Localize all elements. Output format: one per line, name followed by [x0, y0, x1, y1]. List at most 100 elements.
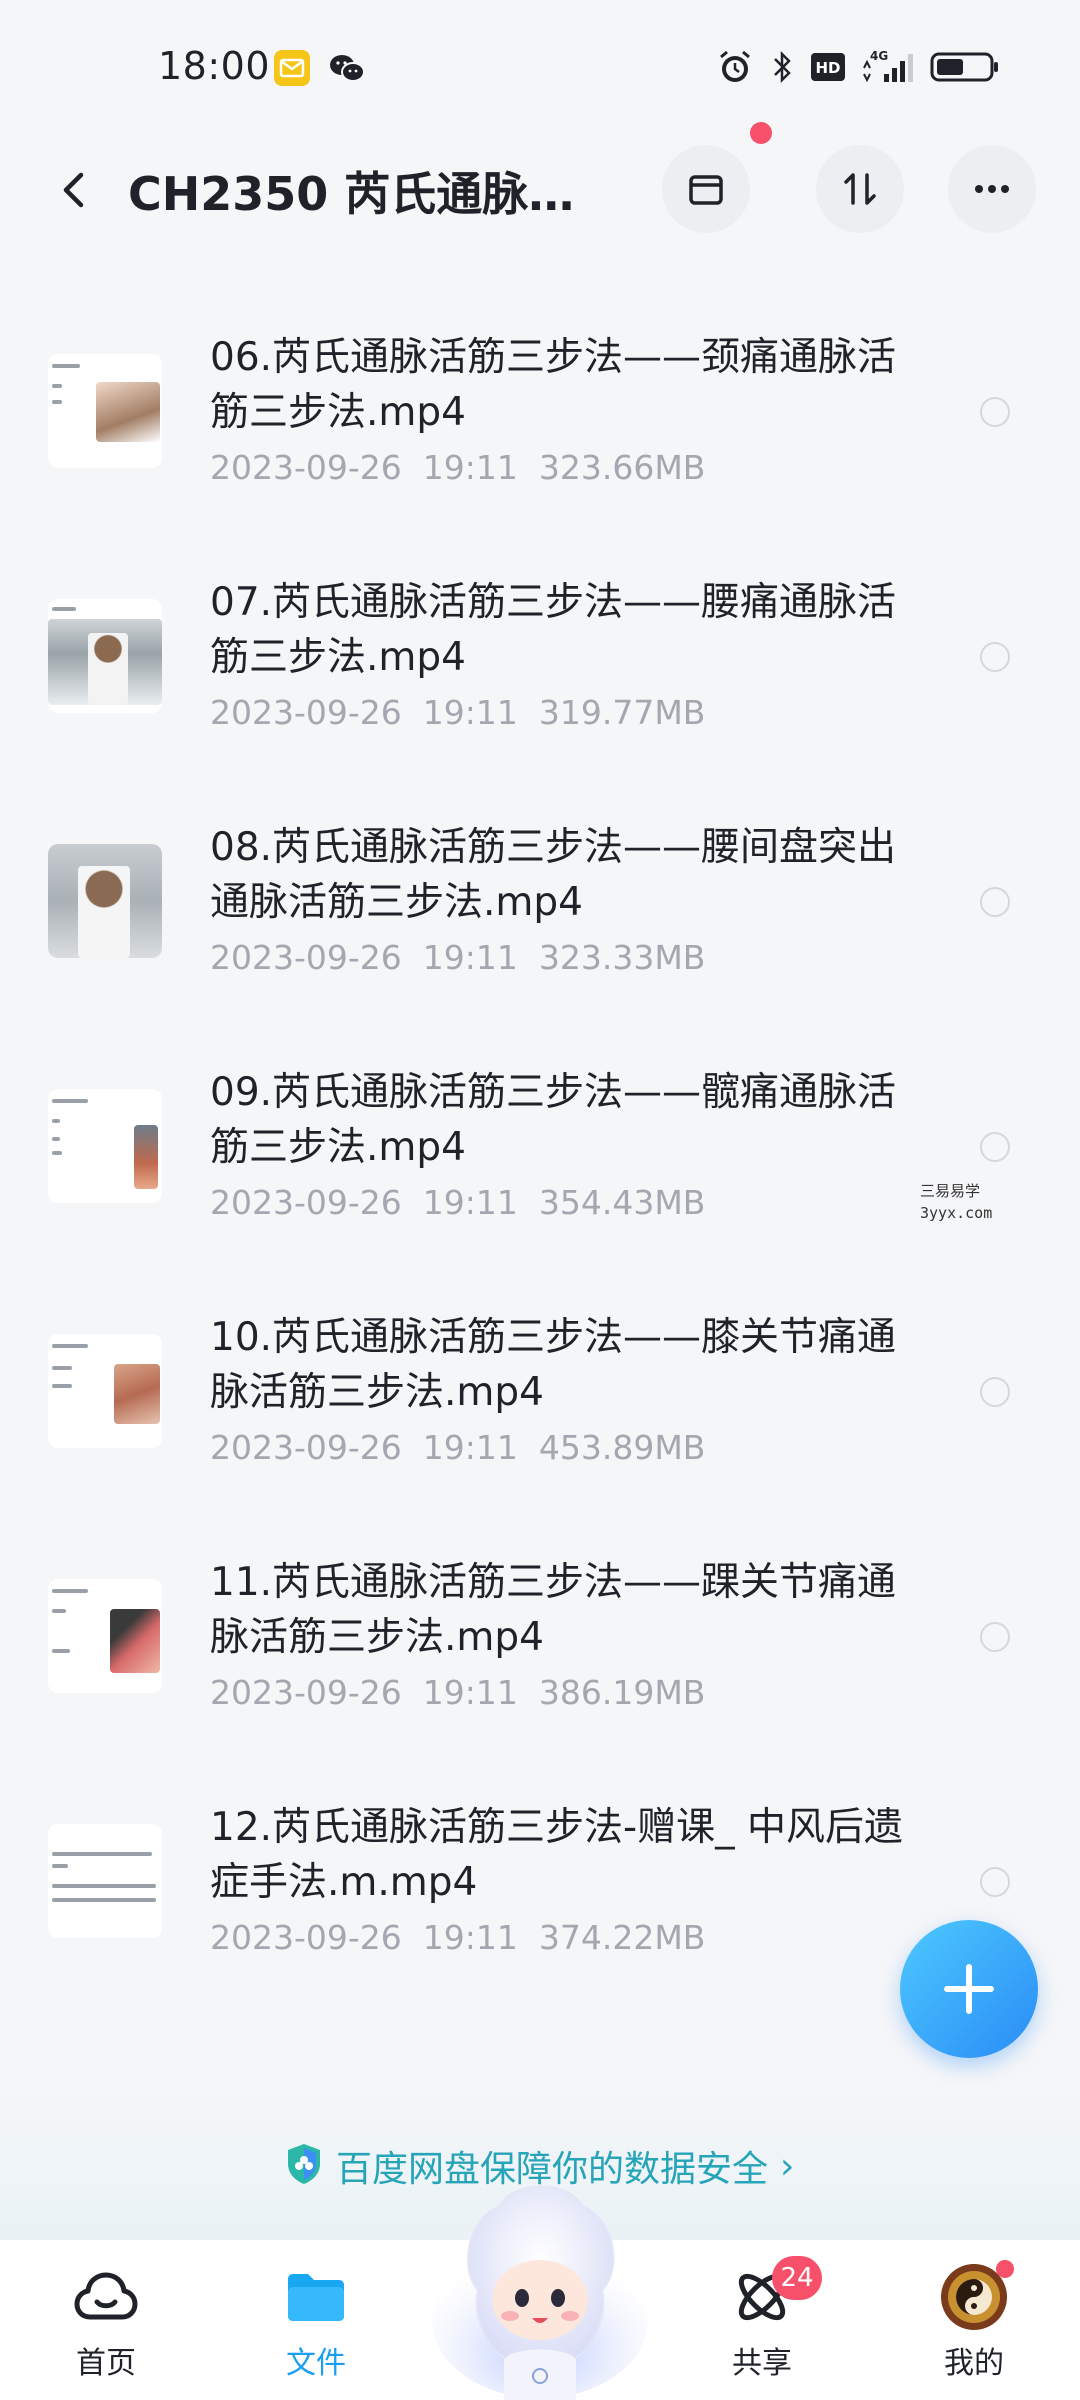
- file-name: 09.芮氏通脉活筋三步法——髋痛通脉活筋三步法.mp4: [210, 1070, 897, 1170]
- atom-share-icon: 24: [692, 2256, 832, 2332]
- notification-dot: [996, 2260, 1014, 2278]
- mascot-icon: [432, 2185, 648, 2400]
- screen: 18:00 HD 4G CH2350 芮氏通脉… 06.芮氏通脉活筋三步法——颈…: [0, 0, 1080, 2400]
- watermark-line1: 三易易学: [920, 1182, 981, 1200]
- file-date: 2023-09-26: [210, 938, 402, 977]
- mail-app-icon: [274, 50, 310, 86]
- file-list: 06.芮氏通脉活筋三步法——颈痛通脉活筋三步法.mp4 2023-09-26 1…: [0, 300, 1080, 2015]
- file-name: 12.芮氏通脉活筋三步法-赠课_ 中风后遗症手法.m.mp4: [210, 1805, 903, 1905]
- nav-label: 共享: [732, 2346, 792, 2381]
- file-size: 323.66MB: [538, 448, 706, 487]
- more-icon: [975, 185, 1009, 193]
- file-row[interactable]: 08.芮氏通脉活筋三步法——腰间盘突出通脉活筋三步法.mp4 2023-09-2…: [0, 790, 1080, 1035]
- file-size: 323.33MB: [538, 938, 706, 977]
- select-checkbox[interactable]: [980, 1132, 1010, 1162]
- hd-icon: HD: [810, 52, 846, 82]
- share-badge: 24: [772, 2256, 822, 2300]
- avatar-icon: [904, 2260, 1044, 2332]
- select-checkbox[interactable]: [980, 1867, 1010, 1897]
- signal-4g-icon: 4G: [862, 48, 914, 86]
- svg-text:4G: 4G: [870, 49, 888, 63]
- file-name: 10.芮氏通脉活筋三步法——膝关节痛通脉活筋三步法.mp4: [210, 1315, 897, 1415]
- select-checkbox[interactable]: [980, 397, 1010, 427]
- file-time: 19:11: [422, 938, 518, 977]
- select-checkbox[interactable]: [980, 642, 1010, 672]
- file-time: 19:11: [422, 1673, 518, 1712]
- status-right: HD 4G: [716, 48, 1000, 86]
- file-size: 354.43MB: [538, 1183, 706, 1222]
- file-size: 386.19MB: [538, 1673, 706, 1712]
- svg-text:HD: HD: [815, 59, 840, 77]
- page-title: CH2350 芮氏通脉…: [128, 167, 575, 221]
- file-date: 2023-09-26: [210, 1918, 402, 1957]
- select-checkbox[interactable]: [980, 1622, 1010, 1652]
- file-meta: 2023-09-26 19:11 323.33MB: [210, 938, 705, 977]
- file-size: 374.22MB: [538, 1918, 706, 1957]
- mascot-button[interactable]: [430, 2170, 650, 2400]
- folder-icon: [246, 2262, 386, 2332]
- select-checkbox[interactable]: [980, 887, 1010, 917]
- file-name: 11.芮氏通脉活筋三步法——踝关节痛通脉活筋三步法.mp4: [210, 1560, 897, 1660]
- file-time: 19:11: [422, 1428, 518, 1467]
- file-meta: 2023-09-26 19:11 374.22MB: [210, 1918, 705, 1957]
- file-time: 19:11: [422, 1918, 518, 1957]
- video-thumbnail: [48, 599, 162, 713]
- nav-label: 首页: [76, 2346, 136, 2381]
- file-name: 07.芮氏通脉活筋三步法——腰痛通脉活筋三步法.mp4: [210, 580, 897, 680]
- nav-item-files[interactable]: 文件: [246, 2262, 386, 2382]
- file-meta: 2023-09-26 19:11 323.66MB: [210, 448, 705, 487]
- select-checkbox[interactable]: [980, 1377, 1010, 1407]
- file-row[interactable]: 09.芮氏通脉活筋三步法——髋痛通脉活筋三步法.mp4 2023-09-26 1…: [0, 1035, 1080, 1280]
- alarm-icon: [716, 48, 754, 86]
- video-thumbnail: [48, 1334, 162, 1448]
- cloud-home-icon: [36, 2262, 176, 2332]
- back-arrow-icon: [63, 172, 84, 208]
- wechat-icon: [328, 50, 365, 86]
- back-button[interactable]: [40, 155, 110, 225]
- file-size: 319.77MB: [538, 693, 706, 732]
- file-meta: 2023-09-26 19:11 354.43MB: [210, 1183, 705, 1222]
- file-date: 2023-09-26: [210, 1428, 402, 1467]
- nav-label: 文件: [286, 2346, 346, 2381]
- nav-label: 我的: [944, 2346, 1004, 2381]
- file-row[interactable]: 07.芮氏通脉活筋三步法——腰痛通脉活筋三步法.mp4 2023-09-26 1…: [0, 545, 1080, 790]
- video-thumbnail: [48, 1579, 162, 1693]
- add-button[interactable]: [900, 1920, 1038, 2058]
- archive-button[interactable]: [662, 145, 750, 233]
- status-bar: 18:00 HD 4G: [0, 0, 1080, 130]
- shield-icon: [284, 2142, 324, 2190]
- file-row[interactable]: 06.芮氏通脉活筋三步法——颈痛通脉活筋三步法.mp4 2023-09-26 1…: [0, 300, 1080, 545]
- file-meta: 2023-09-26 19:11 453.89MB: [210, 1428, 705, 1467]
- chevron-right-icon: ›: [780, 2145, 795, 2187]
- file-time: 19:11: [422, 1183, 518, 1222]
- status-time: 18:00: [158, 44, 271, 88]
- nav-item-mine[interactable]: 我的: [904, 2260, 1044, 2382]
- watermark: 三易易学 3yyx.com: [920, 1180, 992, 1224]
- archive-icon: [689, 175, 723, 205]
- file-size: 453.89MB: [538, 1428, 706, 1467]
- file-name: 08.芮氏通脉活筋三步法——腰间盘突出通脉活筋三步法.mp4: [210, 825, 897, 925]
- bluetooth-icon: [770, 48, 794, 86]
- file-name: 06.芮氏通脉活筋三步法——颈痛通脉活筋三步法.mp4: [210, 335, 897, 435]
- video-thumbnail: [48, 844, 162, 958]
- notification-dot: [750, 122, 772, 144]
- file-date: 2023-09-26: [210, 448, 402, 487]
- file-row[interactable]: 10.芮氏通脉活筋三步法——膝关节痛通脉活筋三步法.mp4 2023-09-26…: [0, 1280, 1080, 1525]
- nav-item-share[interactable]: 24 共享: [692, 2256, 832, 2382]
- plus-icon: [944, 1964, 994, 2014]
- file-meta: 2023-09-26 19:11 319.77MB: [210, 693, 705, 732]
- file-time: 19:11: [422, 693, 518, 732]
- sort-button[interactable]: [816, 145, 904, 233]
- header: CH2350 芮氏通脉…: [0, 130, 1080, 250]
- file-date: 2023-09-26: [210, 1673, 402, 1712]
- file-date: 2023-09-26: [210, 693, 402, 732]
- file-meta: 2023-09-26 19:11 386.19MB: [210, 1673, 705, 1712]
- file-date: 2023-09-26: [210, 1183, 402, 1222]
- watermark-line2: 3yyx.com: [920, 1204, 993, 1222]
- nav-item-home[interactable]: 首页: [36, 2262, 176, 2382]
- sort-icon: [844, 173, 876, 205]
- file-time: 19:11: [422, 448, 518, 487]
- file-row[interactable]: 11.芮氏通脉活筋三步法——踝关节痛通脉活筋三步法.mp4 2023-09-26…: [0, 1525, 1080, 1770]
- more-button[interactable]: [948, 145, 1036, 233]
- video-thumbnail: [48, 354, 162, 468]
